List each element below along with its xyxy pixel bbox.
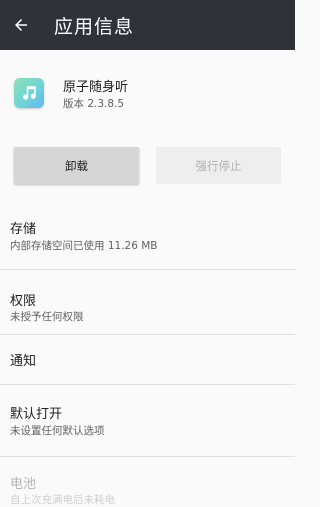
- permissions-title: 权限: [10, 294, 37, 309]
- default-open-title: 默认打开: [10, 407, 63, 422]
- permissions-section[interactable]: 权限 未授予任何权限: [0, 269, 295, 328]
- storage-section[interactable]: 存储 内部存储空间已使用 11.26 MB: [0, 206, 295, 262]
- app-name: 原子随身听: [63, 80, 129, 95]
- page-title: 应用信息: [54, 15, 135, 38]
- force-stop-button: 强行停止: [156, 147, 281, 184]
- music-note-icon: [23, 86, 36, 100]
- notifications-section[interactable]: 通知: [0, 334, 295, 383]
- app-header: 原子随身听 版本 2.3.8.5: [0, 62, 295, 128]
- back-arrow-icon: [15, 19, 27, 31]
- app-version: 版本 2.3.8.5: [63, 98, 125, 110]
- battery-subtitle: 自上次充满电后未耗电: [10, 494, 115, 506]
- uninstall-button[interactable]: 卸载: [14, 147, 139, 184]
- music-app-icon: [14, 78, 44, 108]
- app-bar: 应用信息: [0, 0, 295, 50]
- battery-section: 电池 自上次充满电后未耗电: [0, 456, 295, 506]
- permissions-subtitle: 未授予任何权限: [10, 311, 84, 323]
- back-button[interactable]: [10, 14, 32, 36]
- storage-subtitle: 内部存储空间已使用 11.26 MB: [10, 240, 158, 252]
- default-open-subtitle: 未设置任何默认选项: [10, 425, 105, 437]
- storage-title: 存储: [10, 222, 37, 237]
- notifications-title: 通知: [10, 354, 37, 369]
- battery-title: 电池: [10, 477, 37, 492]
- default-open-section[interactable]: 默认打开 未设置任何默认选项: [0, 384, 295, 443]
